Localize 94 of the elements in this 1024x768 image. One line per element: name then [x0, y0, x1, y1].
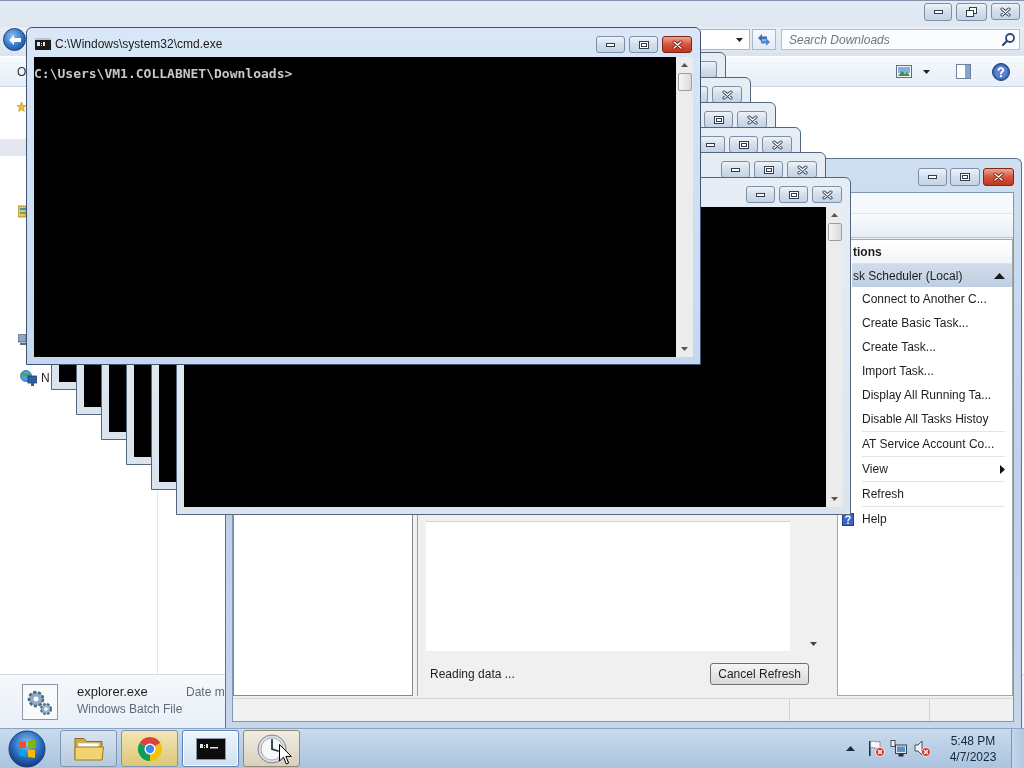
console-output: C:\Users\VM1.COLLABNET\Downloads>	[34, 57, 676, 357]
toolbar-button[interactable]: O	[13, 62, 31, 81]
scroll-thumb[interactable]	[677, 73, 692, 91]
library-icon	[18, 205, 26, 218]
maximize-icon	[960, 173, 970, 181]
close-icon	[746, 114, 758, 125]
scrollbar[interactable]	[826, 207, 843, 507]
cancel-refresh-button[interactable]: Cancel Refresh	[710, 662, 809, 685]
browser-icon	[135, 734, 164, 763]
maximize-button[interactable]	[779, 186, 808, 203]
scroll-down-icon[interactable]	[681, 347, 688, 351]
action-item[interactable]: Display All Running Ta...	[862, 383, 1005, 407]
minimize-button[interactable]	[924, 3, 952, 21]
window-title: C:\Windows\system32\cmd.exe	[55, 36, 223, 53]
refresh-icon	[757, 33, 771, 46]
close-icon	[796, 164, 808, 175]
close-icon	[771, 139, 783, 150]
scroll-up-icon[interactable]	[681, 63, 688, 67]
refresh-button[interactable]	[752, 29, 776, 50]
speaker-icon[interactable]	[914, 740, 931, 757]
scrollbar[interactable]	[676, 57, 693, 357]
maximize-button[interactable]	[629, 36, 658, 53]
action-item[interactable]: AT Service Account Co...	[862, 431, 1005, 456]
split-pane-icon[interactable]	[956, 64, 971, 79]
caret-icon[interactable]	[736, 37, 743, 42]
action-item[interactable]: Disable All Tasks Histoy	[862, 407, 1005, 431]
close-button[interactable]	[662, 36, 692, 53]
address-field[interactable]	[700, 29, 750, 50]
minimize-icon	[928, 175, 937, 179]
action-item[interactable]: View	[862, 456, 1005, 481]
maximize-icon	[713, 115, 724, 124]
close-button[interactable]	[812, 186, 842, 203]
minimize-icon	[756, 192, 765, 197]
minimize-icon	[606, 42, 615, 47]
restore-icon	[966, 7, 977, 17]
section-header[interactable]: sk Scheduler (Local)	[852, 264, 1012, 287]
restore-button[interactable]	[956, 3, 987, 21]
maximize-icon	[738, 140, 749, 149]
property-label: Date m	[186, 685, 225, 700]
console-icon	[35, 38, 51, 50]
close-button[interactable]	[991, 3, 1020, 20]
action-item[interactable]: Create Task...	[862, 335, 1005, 359]
action-item[interactable]: Create Basic Task...	[862, 311, 1005, 335]
scroll-thumb[interactable]	[827, 223, 842, 241]
minimize-icon	[731, 167, 740, 172]
nav-item-label[interactable]: N	[41, 371, 50, 385]
maximize-button[interactable]	[950, 168, 980, 186]
back-button[interactable]	[3, 28, 26, 51]
action-item[interactable]: Import Task...	[862, 359, 1005, 383]
network-icon	[20, 370, 37, 386]
close-icon	[993, 172, 1004, 182]
close-icon	[671, 39, 683, 50]
help-icon[interactable]	[992, 62, 1010, 81]
action-item[interactable]: Refresh	[862, 481, 1005, 506]
left-arrow-icon	[8, 34, 21, 45]
minimize-icon	[933, 10, 943, 14]
minimize-button[interactable]	[746, 186, 775, 203]
maximize-icon	[763, 165, 774, 174]
scroll-down-icon[interactable]	[831, 497, 838, 501]
folder-icon	[73, 736, 104, 761]
close-icon	[1000, 6, 1011, 17]
start-orb-icon	[8, 729, 46, 768]
maximize-icon	[638, 40, 649, 49]
minimize-icon	[706, 142, 715, 147]
taskbar-app-button[interactable]	[243, 730, 300, 767]
taskbar-app-button[interactable]	[182, 730, 239, 767]
up-arrow-icon[interactable]	[846, 746, 855, 751]
caret-icon[interactable]	[923, 69, 930, 74]
clock-date[interactable]: 4/7/2023	[949, 749, 997, 764]
search-field[interactable]: Search Downloads	[781, 29, 1020, 50]
maximize-icon	[788, 190, 799, 199]
close-button[interactable]	[983, 168, 1014, 186]
minimize-button[interactable]	[918, 168, 947, 186]
scroll-down-icon[interactable]	[810, 642, 817, 646]
status-message: Reading data ...	[430, 666, 515, 681]
close-icon	[721, 89, 733, 100]
start-button[interactable]	[5, 729, 49, 768]
minimize-button[interactable]	[596, 36, 625, 53]
gear-file-icon	[22, 684, 58, 720]
terminal-icon	[195, 737, 226, 760]
picture-icon[interactable]	[896, 65, 912, 78]
mouse-pointer-icon	[279, 744, 292, 765]
search-icon[interactable]	[1002, 33, 1015, 46]
star-icon	[17, 102, 26, 112]
clock-time[interactable]: 5:48 PM	[950, 733, 996, 748]
close-icon	[821, 189, 833, 200]
collapse-icon[interactable]	[994, 272, 1005, 279]
submenu-arrow-icon	[1000, 464, 1005, 474]
action-item[interactable]: Connect to Another C...	[862, 287, 1005, 311]
file-name: explorer.exe	[77, 684, 148, 699]
action-item[interactable]: Help	[862, 506, 1005, 531]
network-icon[interactable]	[890, 740, 907, 757]
file-type: Windows Batch File	[77, 702, 183, 717]
flag-icon[interactable]	[868, 740, 885, 757]
